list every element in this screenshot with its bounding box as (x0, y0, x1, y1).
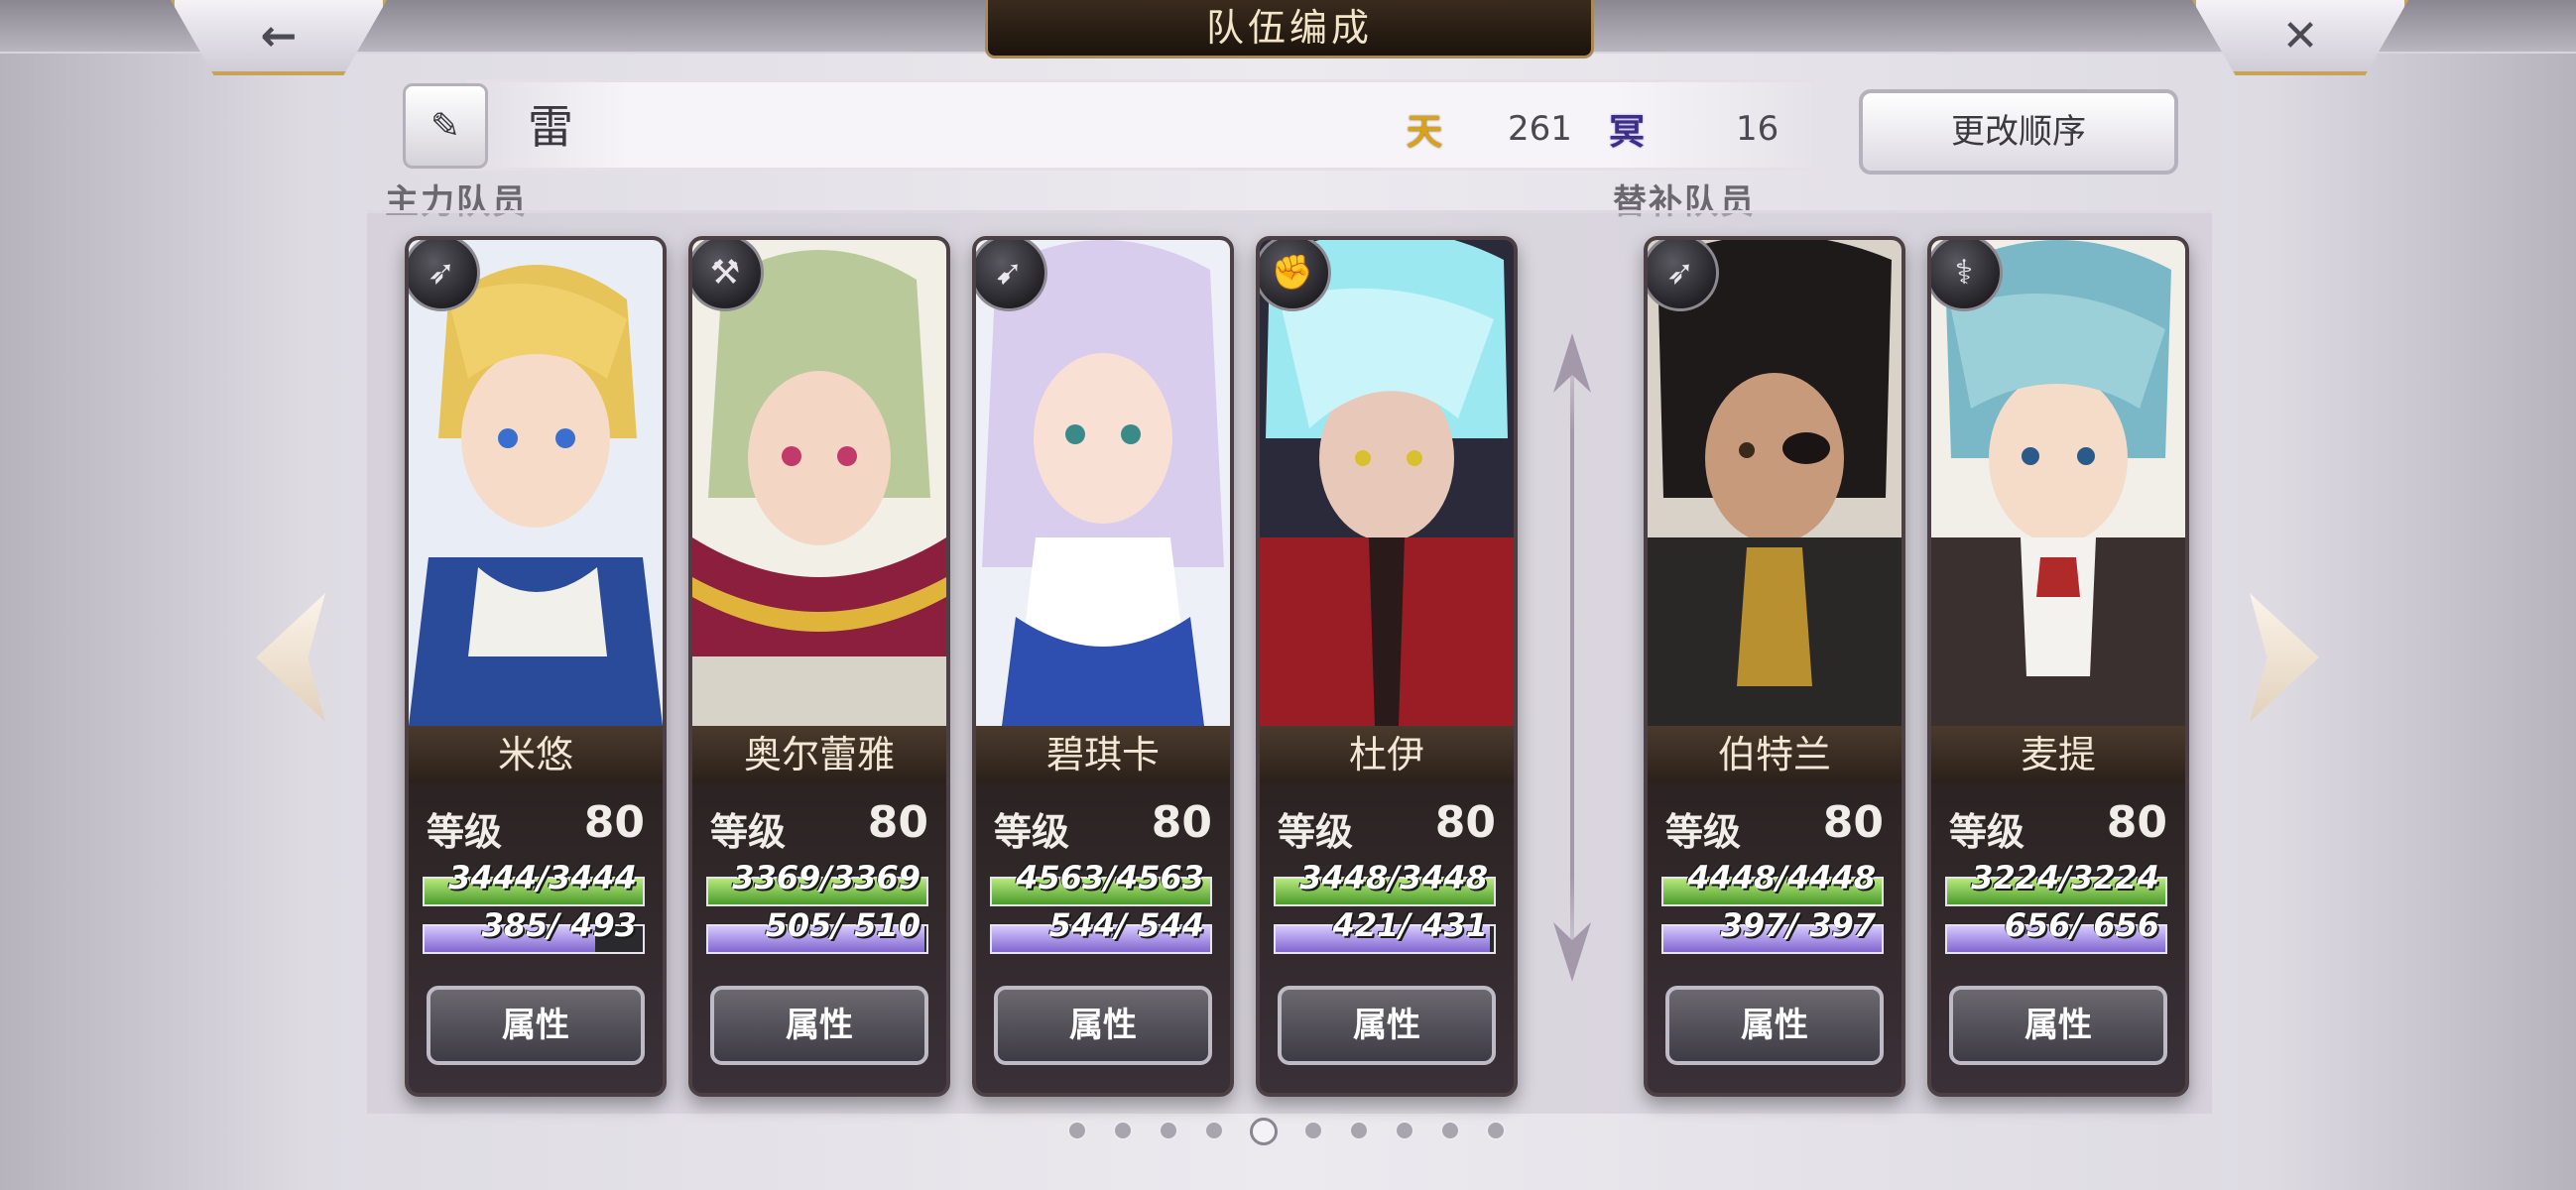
heaven-value: 261 (1508, 109, 1572, 149)
mp-text: 385/ 493 (481, 906, 637, 944)
hp-text: 3224/3224 (1971, 859, 2159, 896)
attributes-button[interactable]: 属性 (1949, 986, 2167, 1065)
close-icon: ✕ (2281, 10, 2319, 61)
level-value: 80 (1434, 797, 1496, 848)
hp-text: 3444/3444 (448, 859, 637, 896)
page-dot[interactable] (1204, 1121, 1224, 1140)
character-name: 伯特兰 (1648, 726, 1901, 783)
page-dot[interactable] (1486, 1121, 1506, 1140)
character-card[interactable]: ⚕ 麦提 等级 80 3224/3224 656/ 656 属性 (1927, 236, 2189, 1097)
underworld-badge-icon: 冥 (1609, 111, 1646, 153)
page-dot[interactable] (1067, 1121, 1087, 1140)
next-team-arrow-icon[interactable] (2250, 593, 2319, 722)
team-name: 雷 (528, 100, 573, 154)
level-value: 80 (583, 797, 645, 848)
level-value: 80 (1151, 797, 1212, 848)
mp-text: 421/ 431 (1332, 906, 1488, 944)
attributes-button[interactable]: 属性 (1665, 986, 1884, 1065)
back-arrow-icon: ← (260, 10, 298, 61)
page-title: 队伍编成 (985, 0, 1594, 59)
attributes-button[interactable]: 属性 (1278, 986, 1496, 1065)
level-label: 等级 (710, 810, 787, 854)
level-label: 等级 (1665, 810, 1742, 854)
page-dot[interactable] (1113, 1121, 1133, 1140)
character-portrait (692, 240, 946, 726)
change-order-button[interactable]: 更改顺序 (1859, 89, 2178, 175)
character-card[interactable]: ➶ 米悠 等级 80 3444/3444 385/ 493 属性 (405, 236, 667, 1097)
character-portrait (1648, 240, 1901, 726)
underworld-value: 16 (1736, 109, 1779, 149)
character-card[interactable]: ✊ 杜伊 等级 80 3448/3448 421/ 431 属性 (1256, 236, 1518, 1097)
attributes-button[interactable]: 属性 (994, 986, 1212, 1065)
level-label: 等级 (994, 810, 1070, 854)
page-dot[interactable] (1395, 1121, 1414, 1140)
mp-text: 505/ 510 (765, 906, 920, 944)
level-label: 等级 (1949, 810, 2025, 854)
level-value: 80 (2106, 797, 2167, 848)
character-card[interactable]: ⚒ 奥尔蕾雅 等级 80 3369/3369 505/ 510 属性 (688, 236, 950, 1097)
character-portrait (976, 240, 1230, 726)
mp-text: 397/ 397 (1720, 906, 1876, 944)
level-label: 等级 (427, 810, 503, 854)
heaven-badge-icon: 天 (1407, 111, 1443, 153)
page-dot[interactable] (1250, 1118, 1278, 1145)
level-value: 80 (1822, 797, 1884, 848)
hp-text: 4563/4563 (1016, 859, 1204, 896)
edit-team-name-button[interactable]: ✎ (403, 83, 488, 169)
close-button[interactable]: ✕ (2192, 0, 2408, 75)
mp-text: 544/ 544 (1048, 906, 1204, 944)
hp-text: 4448/4448 (1687, 859, 1876, 896)
character-name: 碧琪卡 (976, 726, 1230, 783)
character-name: 麦提 (1931, 726, 2185, 783)
member-divider (1570, 337, 1574, 972)
character-name: 奥尔蕾雅 (692, 726, 946, 783)
page-dot[interactable] (1303, 1121, 1323, 1140)
prev-team-arrow-icon[interactable] (256, 593, 325, 722)
page-dot[interactable] (1159, 1121, 1178, 1140)
character-name: 杜伊 (1260, 726, 1514, 783)
attributes-button[interactable]: 属性 (427, 986, 645, 1065)
character-name: 米悠 (409, 726, 663, 783)
page-dot[interactable] (1440, 1121, 1460, 1140)
hp-text: 3369/3369 (732, 859, 920, 896)
character-card[interactable]: ➹ 碧琪卡 等级 80 4563/4563 544/ 544 属性 (972, 236, 1234, 1097)
page-dot[interactable] (1349, 1121, 1369, 1140)
attributes-button[interactable]: 属性 (710, 986, 928, 1065)
level-value: 80 (867, 797, 928, 848)
back-button[interactable]: ← (171, 0, 387, 75)
hp-text: 3448/3448 (1299, 859, 1488, 896)
pen-icon: ✎ (429, 105, 461, 147)
page-indicator (1067, 1118, 1506, 1145)
level-label: 等级 (1278, 810, 1354, 854)
character-portrait (409, 240, 663, 726)
character-card[interactable]: ➶ 伯特兰 等级 80 4448/4448 397/ 397 属性 (1644, 236, 1905, 1097)
character-portrait (1931, 240, 2185, 726)
mp-text: 656/ 656 (2004, 906, 2159, 944)
character-portrait (1260, 240, 1514, 726)
